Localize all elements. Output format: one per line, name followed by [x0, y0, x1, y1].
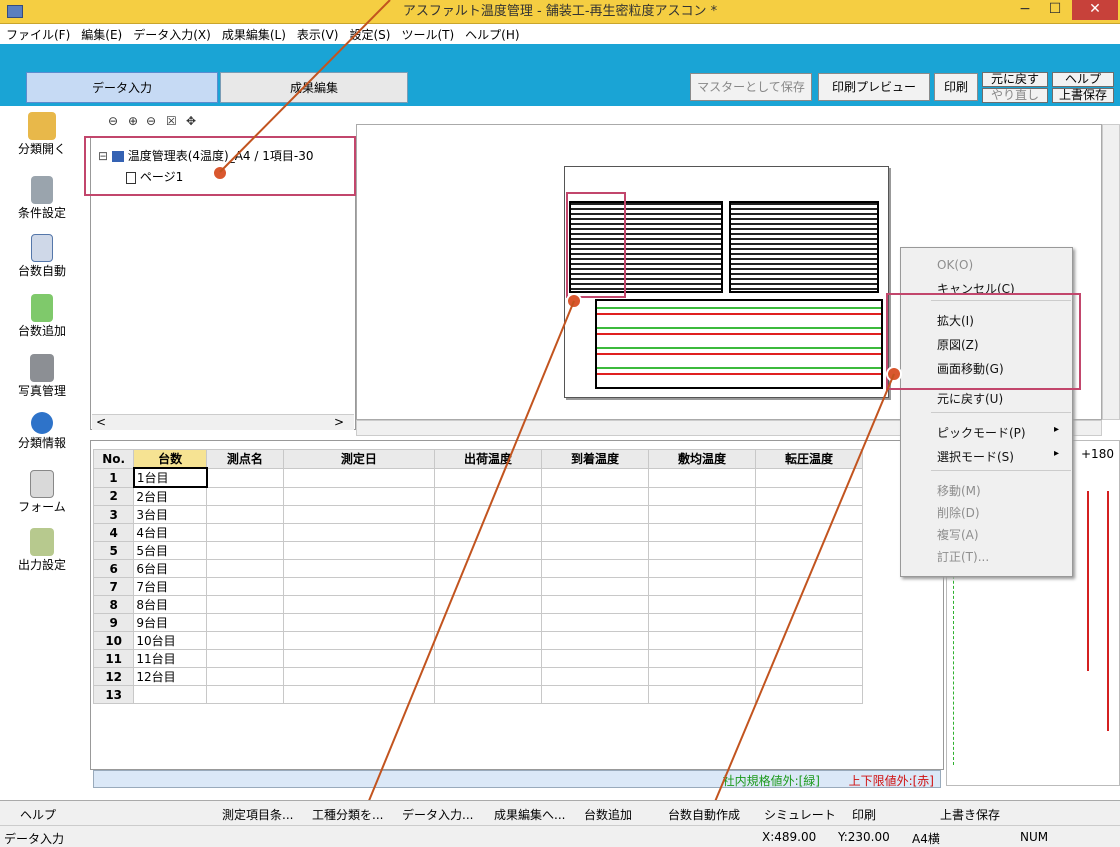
task-print[interactable]: 印刷 — [852, 806, 876, 823]
task-data-input[interactable]: データ入力... — [402, 806, 473, 823]
task-work-class[interactable]: 工種分類を... — [312, 806, 383, 823]
task-bar: ヘルプ 測定項目条... 工種分類を... データ入力... 成果編集へ... … — [0, 800, 1120, 825]
status-x: X:489.00 — [762, 830, 817, 844]
status-num: NUM — [1020, 830, 1049, 844]
task-result-edit[interactable]: 成果編集へ... — [494, 806, 565, 823]
status-mode: データ入力 — [4, 832, 65, 846]
callout-lines — [219, 0, 895, 847]
status-y: Y:230.00 — [838, 830, 890, 844]
task-simulate[interactable]: シミュレート — [764, 806, 836, 823]
task-add-count[interactable]: 台数追加 — [584, 806, 632, 823]
status-bar: データ入力 X:489.00 Y:230.00 A4横 NUM — [0, 825, 1120, 847]
task-measure-items[interactable]: 測定項目条... — [222, 806, 293, 823]
task-overwrite-save[interactable]: 上書き保存 — [940, 806, 1000, 823]
status-paper: A4横 — [912, 832, 940, 846]
task-help[interactable]: ヘルプ — [20, 806, 56, 823]
task-auto-count[interactable]: 台数自動作成 — [668, 806, 740, 823]
